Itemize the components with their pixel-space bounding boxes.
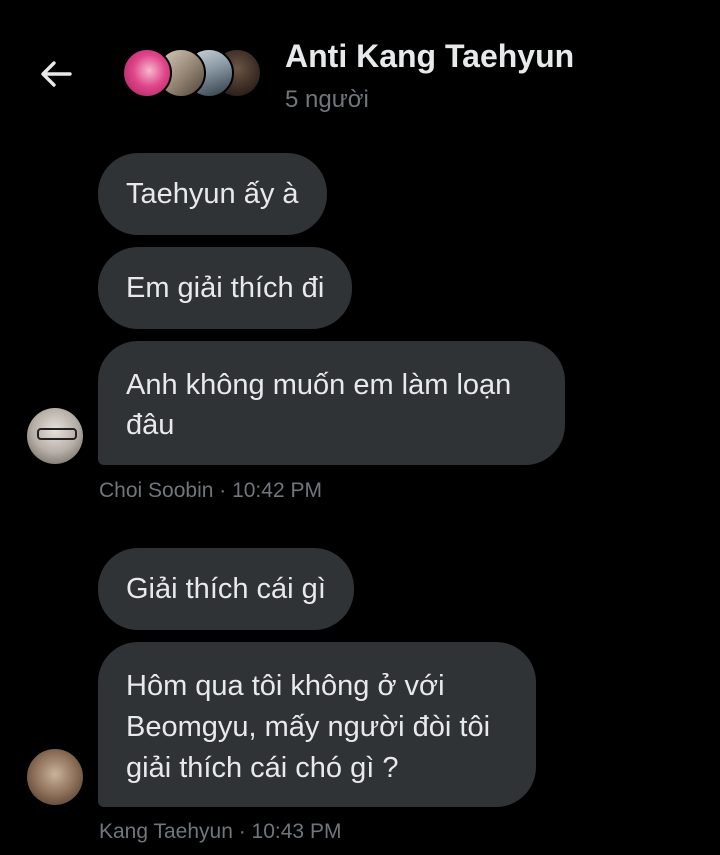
message-meta: Choi Soobin · 10:42 PM bbox=[99, 479, 322, 502]
message-bubble[interactable]: Hôm qua tôi không ở với Beomgyu, mấy ngư… bbox=[98, 642, 536, 807]
message-text: đâu bbox=[126, 409, 175, 441]
message-text: Anh không muốn em làm loạn bbox=[126, 369, 512, 401]
conversation-title[interactable]: Anti Kang Taehyun bbox=[285, 38, 574, 75]
sender-avatar[interactable] bbox=[27, 749, 83, 805]
back-button[interactable] bbox=[36, 56, 76, 92]
message-text: Em giải thích đi bbox=[126, 272, 325, 304]
message-text: giải thích cái chó gì ? bbox=[126, 752, 399, 784]
group-avatars[interactable] bbox=[122, 48, 262, 100]
sender-avatar[interactable] bbox=[27, 408, 83, 464]
message-text: Taehyun ấy à bbox=[126, 178, 299, 210]
message-bubble[interactable]: Anh không muốn em làm loạn đâu bbox=[98, 341, 565, 465]
member-avatar bbox=[122, 48, 172, 98]
message-text: Hôm qua tôi không ở với bbox=[126, 670, 445, 702]
message-meta: Kang Taehyun · 10:43 PM bbox=[99, 820, 342, 843]
message-text: Beomgyu, mấy người đòi tôi bbox=[126, 711, 491, 743]
message-text: Giải thích cái gì bbox=[126, 573, 326, 605]
message-bubble[interactable]: Giải thích cái gì bbox=[98, 548, 354, 630]
member-count[interactable]: 5 người bbox=[285, 86, 369, 114]
message-bubble[interactable]: Taehyun ấy à bbox=[98, 153, 327, 235]
glasses-detail bbox=[37, 428, 77, 440]
message-bubble[interactable]: Em giải thích đi bbox=[98, 247, 353, 329]
arrow-left-icon bbox=[41, 61, 72, 87]
